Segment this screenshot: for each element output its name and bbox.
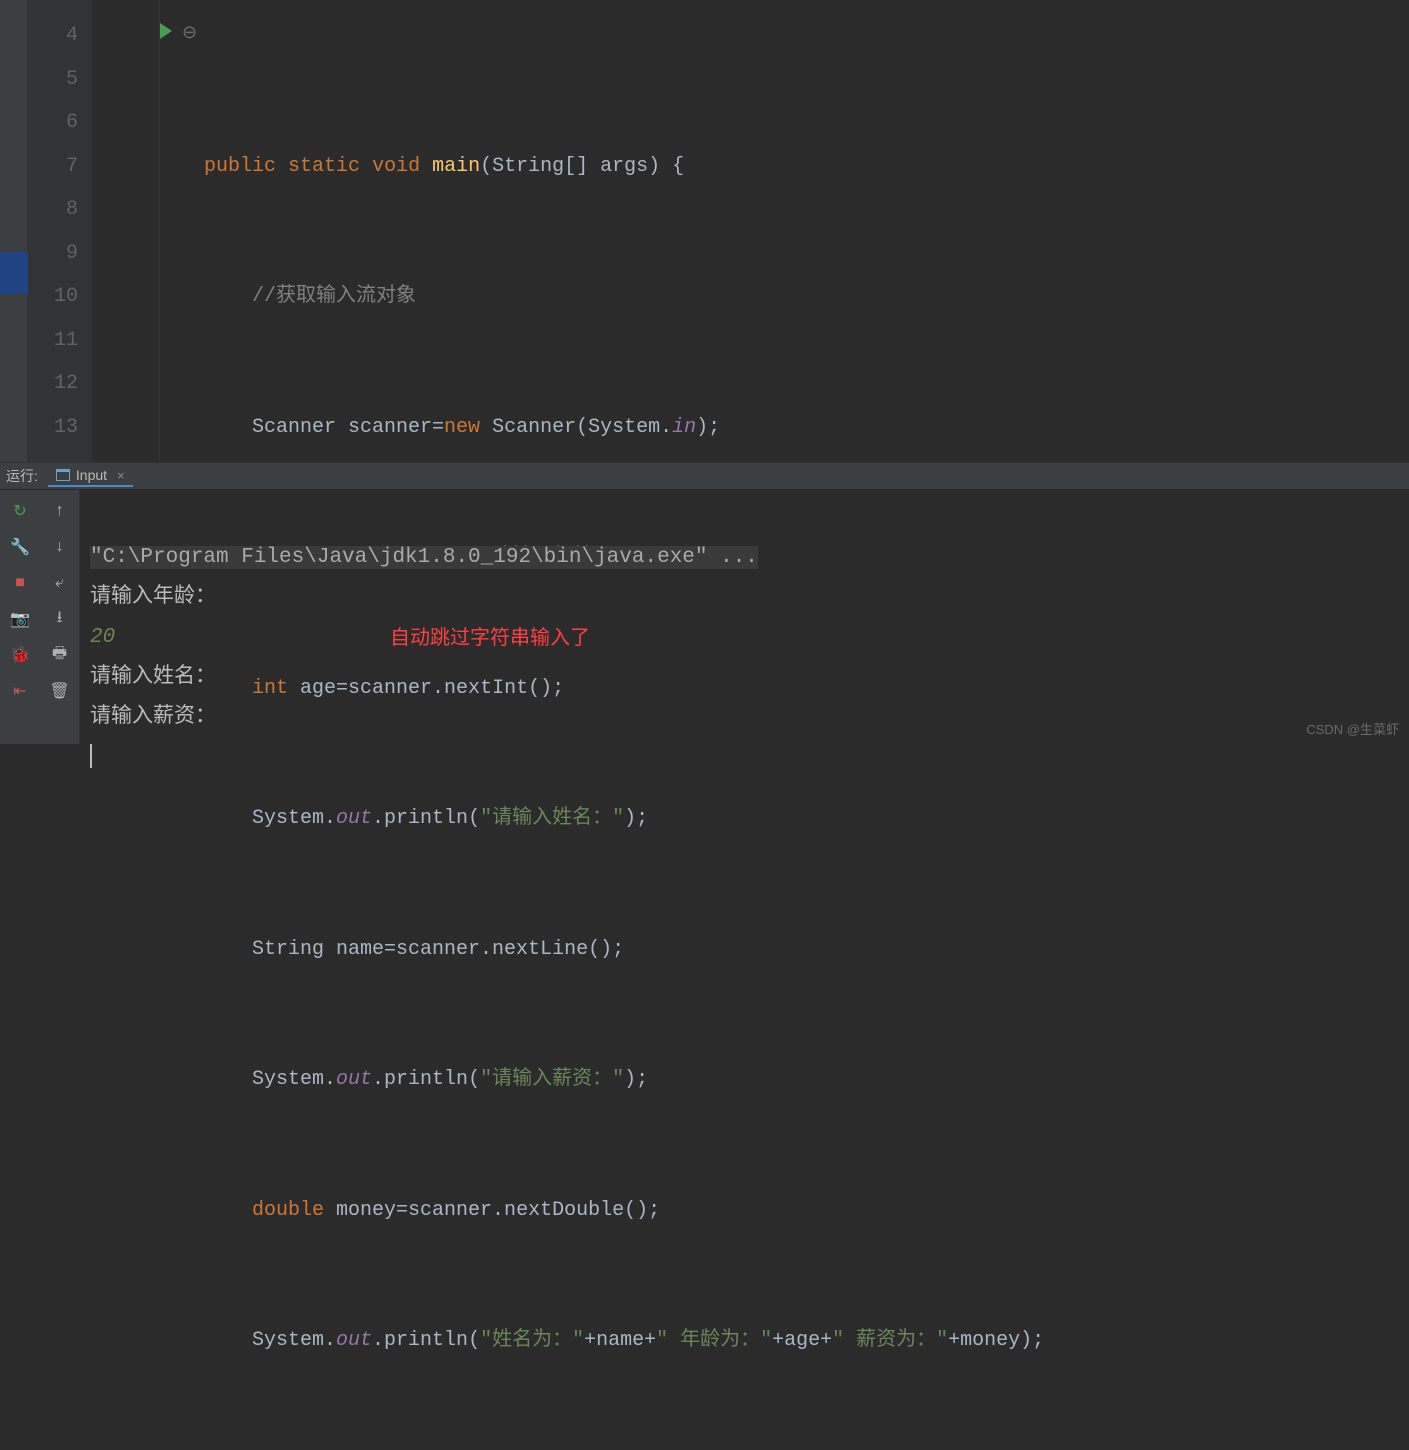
console-input: 20 [90,626,115,649]
rerun-button[interactable]: ↻ [9,500,31,522]
code-text: .println( [372,1068,480,1091]
code-text: String name=scanner.nextLine(); [252,938,624,961]
breakpoint-marker[interactable] [0,252,28,294]
line-number[interactable]: 12 [28,362,78,406]
line-number[interactable]: 6 [28,101,78,145]
code-text: .println( [372,807,480,830]
console-command: "C:\Program Files\Java\jdk1.8.0_192\bin\… [90,546,758,569]
keyword: public [204,155,276,178]
code-text: +money); [948,1329,1044,1352]
run-toolbar-right: ↑ ↓ ⤶ ⭳ 🖶 🗑 [40,490,80,744]
watermark: CSDN @生菜虾 [1306,719,1399,738]
line-number[interactable]: 7 [28,145,78,189]
code-text: System. [252,1068,336,1091]
method-name: main [432,155,480,178]
line-number[interactable]: 4 [28,14,78,58]
editor-area: 4 5 6 7 8 9 10 11 12 13 ⊖ public static … [0,0,1409,462]
line-number[interactable]: 13 [28,406,78,450]
trash-icon[interactable]: 🗑 [49,680,71,702]
code-text: +name+ [584,1329,656,1352]
console-line: 请输入薪资： [90,706,216,729]
field-ref: out [336,807,372,830]
run-tab[interactable]: Input × [48,465,133,487]
keyword: double [252,1199,324,1222]
annotation-text: 自动跳过字符串输入了 [390,618,590,658]
run-panel: ↻ 🔧 ■ 📷 🐞 ⇤ ↑ ↓ ⤶ ⭳ 🖶 🗑 "C:\Program File… [0,490,1409,744]
soft-wrap-icon[interactable]: ⤶ [49,572,71,594]
string-literal: " 薪资为：" [832,1329,948,1352]
code-text: +age+ [772,1329,832,1352]
keyword: static [288,155,360,178]
field-ref: out [336,1329,372,1352]
line-number[interactable]: 5 [28,58,78,102]
keyword: void [372,155,420,178]
console-output[interactable]: "C:\Program Files\Java\jdk1.8.0_192\bin\… [80,490,1409,744]
code-editor[interactable]: public static void main(String[] args) {… [160,0,1409,462]
code-text: .println( [372,1329,480,1352]
line-number[interactable]: 9 [28,232,78,276]
code-text: Scanner(System. [480,416,672,439]
close-icon[interactable]: × [117,468,125,483]
field-ref: in [672,416,696,439]
left-sidebar [0,0,28,462]
code-text: Scanner scanner= [252,416,444,439]
current-line-highlight [160,101,1409,145]
string-literal: "请输入薪资：" [480,1068,624,1091]
exit-icon[interactable]: ⇤ [9,680,31,702]
run-panel-label: 运行: [6,466,38,486]
fold-column: ⊖ [92,0,160,462]
console-caret [90,744,92,768]
code-text: System. [252,807,336,830]
code-text: money=scanner.nextDouble(); [324,1199,660,1222]
string-literal: " 年龄为：" [656,1329,772,1352]
string-literal: "姓名为：" [480,1329,584,1352]
code-text: ); [624,1068,648,1091]
stop-button[interactable]: ■ [9,572,31,594]
code-text: (String[] args) { [480,155,684,178]
wrench-icon[interactable]: 🔧 [9,536,31,558]
code-text: ); [624,807,648,830]
keyword: new [444,416,480,439]
line-number[interactable]: 11 [28,319,78,363]
run-tab-label: Input [76,467,107,483]
code-text: ); [696,416,720,439]
line-gutter[interactable]: 4 5 6 7 8 9 10 11 12 13 [28,0,92,462]
console-line: 请输入姓名： [90,666,216,689]
line-number[interactable]: 8 [28,188,78,232]
string-literal: "请输入姓名：" [480,807,624,830]
camera-icon[interactable]: 📷 [9,608,31,630]
up-arrow-icon[interactable]: ↑ [49,500,71,522]
print-icon[interactable]: 🖶 [49,644,71,666]
down-arrow-icon[interactable]: ↓ [49,536,71,558]
console-line: 请输入年龄： [90,586,216,609]
bug-icon[interactable]: 🐞 [9,644,31,666]
code-text: System. [252,1329,336,1352]
scroll-to-end-icon[interactable]: ⭳ [49,608,71,630]
field-ref: out [336,1068,372,1091]
line-number[interactable]: 10 [28,275,78,319]
application-icon [56,469,70,481]
run-toolbar-left: ↻ 🔧 ■ 📷 🐞 ⇤ [0,490,40,744]
comment: //获取输入流对象 [252,285,416,308]
